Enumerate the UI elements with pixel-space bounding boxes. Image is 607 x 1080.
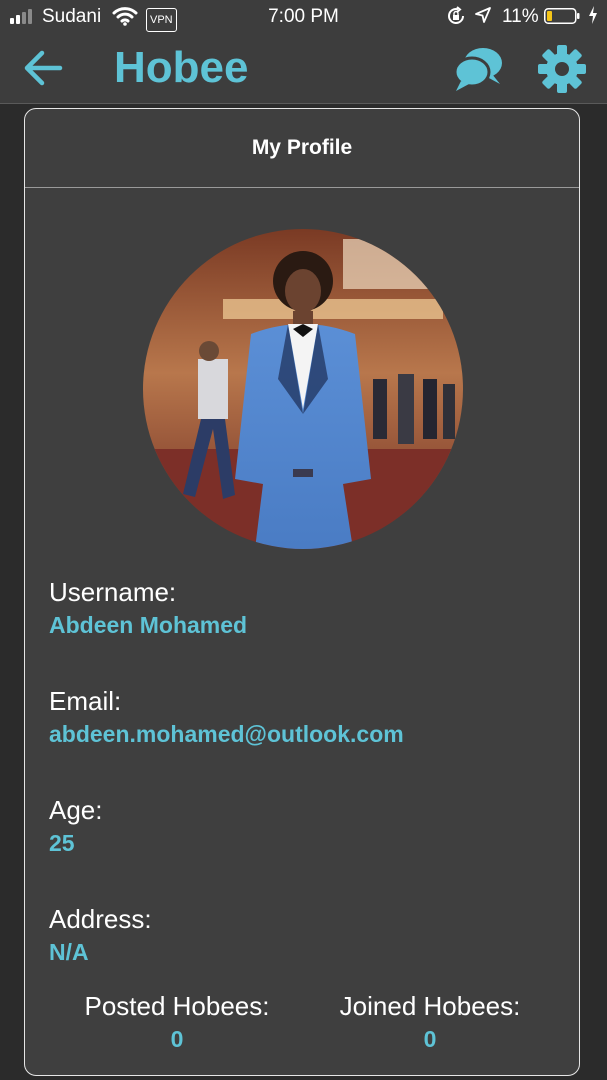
gear-icon: [538, 45, 586, 93]
location-arrow-icon: [474, 6, 492, 30]
rotation-lock-icon: [446, 6, 466, 32]
posted-hobees-count: 0: [170, 1026, 184, 1052]
posted-hobees-label: Posted Hobees:: [84, 991, 270, 1021]
profile-card: My Profile Username: Abdeen Mohamed Emai…: [24, 108, 580, 1076]
joined-hobees-stat: Joined Hobees: 0: [305, 991, 555, 1053]
screen: Sudani VPN 7:00 PM 11% Hobee My Profile …: [0, 0, 607, 1080]
age-value: 25: [49, 830, 75, 856]
chat-button[interactable]: [452, 44, 506, 94]
battery-icon: [544, 8, 580, 24]
back-button[interactable]: [20, 46, 68, 90]
address-label: Address:: [49, 904, 152, 934]
charging-bolt-icon: [588, 5, 598, 32]
profile-title: My Profile: [25, 109, 579, 188]
avatar: [143, 229, 463, 549]
address-value: N/A: [49, 939, 89, 965]
email-label: Email:: [49, 686, 122, 716]
username-value: Abdeen Mohamed: [49, 612, 248, 638]
back-arrow-icon: [24, 50, 63, 86]
app-header: Hobee: [0, 34, 607, 104]
email-value: abdeen.mohamed@outlook.com: [49, 721, 404, 747]
battery-percentage: 11%: [502, 6, 539, 27]
status-bar: Sudani VPN 7:00 PM 11%: [0, 0, 607, 34]
posted-hobees-stat: Posted Hobees: 0: [52, 991, 302, 1053]
app-title: Hobee: [114, 43, 249, 92]
settings-button[interactable]: [536, 43, 588, 95]
username-label: Username:: [49, 577, 177, 607]
joined-hobees-count: 0: [423, 1026, 437, 1052]
age-label: Age:: [49, 795, 103, 825]
joined-hobees-label: Joined Hobees:: [339, 991, 521, 1021]
chat-bubbles-icon: [453, 48, 502, 91]
